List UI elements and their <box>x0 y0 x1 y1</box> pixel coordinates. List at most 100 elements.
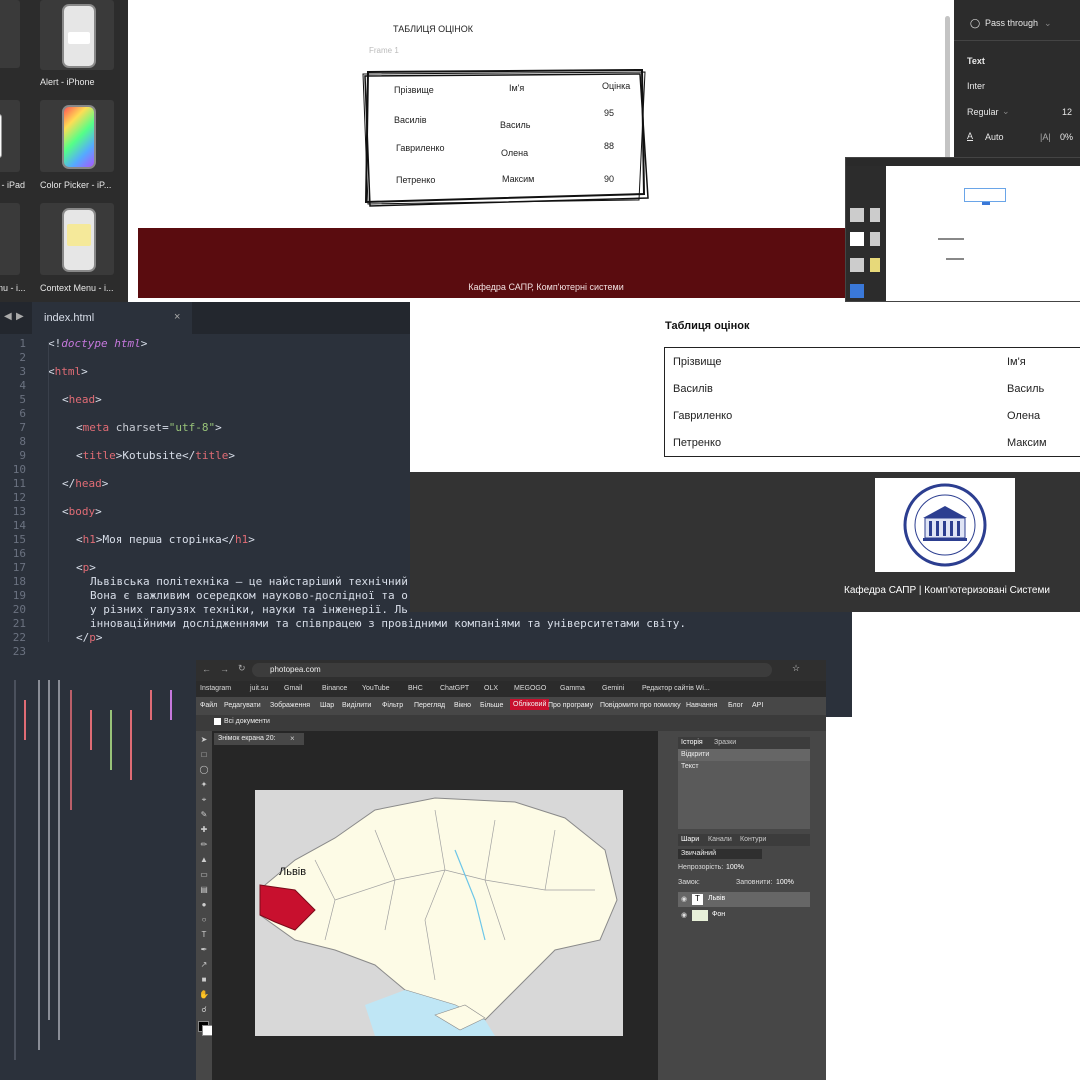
asset-thumb-context-menu[interactable] <box>40 203 114 275</box>
code-line[interactable]: Вона є важливим осередком науково-дослід… <box>90 589 408 602</box>
blend-mode-select[interactable]: Pass through <box>985 18 1038 28</box>
tab-paths[interactable]: Контури <box>740 836 766 843</box>
code-line[interactable]: інноваційними дослідженнями та співпраце… <box>90 617 686 630</box>
code-line[interactable]: <meta charset="utf-8"> <box>76 421 222 434</box>
menu-view[interactable]: Перегляд <box>414 702 445 709</box>
brush-tool-icon[interactable]: ✏ <box>199 840 209 850</box>
menu-select[interactable]: Виділити <box>342 702 371 709</box>
fill-input[interactable]: 100% <box>776 879 794 886</box>
blur-tool-icon[interactable]: ● <box>199 900 209 910</box>
move-tool-icon[interactable]: ➤ <box>199 735 209 745</box>
menu-blog[interactable]: Блог <box>728 702 743 709</box>
address-bar[interactable]: photopea.com <box>252 663 772 677</box>
canvas-scrollbar[interactable] <box>945 16 950 166</box>
hand-tool-icon[interactable]: ✋ <box>199 990 209 1000</box>
star-icon[interactable]: ☆ <box>792 663 800 674</box>
code-line[interactable]: <h1>Моя перша сторінка</h1> <box>76 533 255 546</box>
layer-row-background[interactable]: ◉ Фон <box>678 908 810 923</box>
bookmark-youtube[interactable]: YouTube <box>362 685 390 692</box>
bookmark-gamma[interactable]: Gamma <box>560 685 585 692</box>
marquee-tool-icon[interactable]: □ <box>199 750 209 760</box>
history-item[interactable]: Відкрити <box>678 749 810 761</box>
type-tool-icon[interactable]: T <box>199 930 209 940</box>
shape-tool-icon[interactable]: ■ <box>199 975 209 985</box>
menu-file[interactable]: Файл <box>200 702 217 709</box>
code-line[interactable]: <head> <box>62 393 102 406</box>
code-line[interactable]: <title>Kotubsite</title> <box>76 449 235 462</box>
code-line[interactable]: <!doctype html> <box>48 337 147 350</box>
line-height-input[interactable]: Auto <box>985 132 1004 142</box>
path-select-tool-icon[interactable]: ↗ <box>199 960 209 970</box>
layer-row-lviv[interactable]: ◉ T Львів <box>678 892 810 907</box>
footer-frame[interactable]: Кафедра САПР, Комп'ютерні системи <box>138 228 954 298</box>
eyedropper-tool-icon[interactable]: ✎ <box>199 810 209 820</box>
forward-icon[interactable]: → <box>220 664 229 674</box>
asset-thumb[interactable] <box>0 0 20 68</box>
tab-swatches[interactable]: Зразки <box>714 739 736 746</box>
close-icon[interactable]: × <box>290 734 295 743</box>
tab-layers[interactable]: Шари <box>681 836 699 843</box>
menu-report-bug[interactable]: Повідомити про помилку <box>600 702 681 709</box>
bookmark-wix-editor[interactable]: Редактор сайтів Wi... <box>642 685 710 692</box>
history-item[interactable]: Текст <box>678 761 810 773</box>
all-docs-checkbox[interactable] <box>214 718 221 725</box>
bookmark-bhc[interactable]: BHC <box>408 685 423 692</box>
wand-tool-icon[interactable]: ✦ <box>199 780 209 790</box>
bookmark-chatgpt[interactable]: ChatGPT <box>440 685 469 692</box>
menu-learn[interactable]: Навчання <box>686 702 717 709</box>
tab-index-html[interactable]: index.html × <box>32 302 192 334</box>
code-line[interactable]: </p> <box>76 631 103 644</box>
heal-tool-icon[interactable]: ✚ <box>199 825 209 835</box>
asset-thumb-color-picker[interactable] <box>40 100 114 172</box>
asset-thumb[interactable] <box>0 203 20 275</box>
tab-history[interactable]: Історія <box>681 739 703 746</box>
font-size-input[interactable]: 12 <box>1062 107 1072 117</box>
menu-window[interactable]: Вікно <box>454 702 471 709</box>
font-weight-select[interactable]: Regular <box>967 107 999 117</box>
document-tab[interactable]: Знімок екрана 20: × <box>214 733 304 745</box>
dodge-tool-icon[interactable]: ○ <box>199 915 209 925</box>
bookmark-gmail[interactable]: Gmail <box>284 685 302 692</box>
code-line[interactable]: у різних галузях техніки, науки та інжен… <box>90 603 408 616</box>
figma-canvas[interactable]: ТАБЛИЦЯ ОЦІНОК Frame 1 Прізвище Ім'я Оці… <box>128 0 954 302</box>
menu-account[interactable]: Обліковий <box>510 699 550 710</box>
nav-back-icon[interactable]: ◀ <box>4 311 12 322</box>
code-line[interactable]: <p> <box>76 561 96 574</box>
pen-tool-icon[interactable]: ✒ <box>199 945 209 955</box>
photopea-workspace[interactable]: Знімок екрана 20: × Львів <box>212 731 658 1080</box>
stamp-tool-icon[interactable]: ▲ <box>199 855 209 865</box>
zoom-tool-icon[interactable]: ☌ <box>199 1005 209 1015</box>
bookmark-gemini[interactable]: Gemini <box>602 685 624 692</box>
bookmark-olx[interactable]: OLX <box>484 685 498 692</box>
code-line[interactable]: <body> <box>62 505 102 518</box>
code-line[interactable]: </head> <box>62 477 108 490</box>
visibility-eye-icon[interactable]: ◉ <box>681 895 687 903</box>
menu-filter[interactable]: Фільтр <box>382 702 403 709</box>
reload-icon[interactable]: ↻ <box>238 663 246 674</box>
bookmark-binance[interactable]: Binance <box>322 685 347 692</box>
lasso-tool-icon[interactable]: ◯ <box>199 765 209 775</box>
map-canvas[interactable]: Львів <box>255 790 623 1036</box>
menu-layer[interactable]: Шар <box>320 702 334 709</box>
eraser-tool-icon[interactable]: ▭ <box>199 870 209 880</box>
bookmark-instagram[interactable]: Instagram <box>200 685 231 692</box>
opacity-input[interactable]: 100% <box>726 864 744 871</box>
code-line[interactable]: <html> <box>48 365 88 378</box>
menu-api[interactable]: API <box>752 702 763 709</box>
code-line[interactable]: Львівська політехніка — це найстаріший т… <box>90 575 408 588</box>
gradient-tool-icon[interactable]: ▤ <box>199 885 209 895</box>
nav-forward-icon[interactable]: ▶ <box>16 311 24 322</box>
crop-tool-icon[interactable]: ⌖ <box>199 795 209 805</box>
frame-label[interactable]: Frame 1 <box>369 46 399 55</box>
blend-mode-select[interactable]: Звичайний <box>678 849 762 859</box>
menu-about[interactable]: Про програму <box>548 702 593 709</box>
asset-thumb[interactable] <box>0 100 20 172</box>
menu-image[interactable]: Зображення <box>270 702 310 709</box>
bookmark-megogo[interactable]: MEGOGO <box>514 685 546 692</box>
close-icon[interactable]: × <box>174 311 180 323</box>
menu-more[interactable]: Більше <box>480 702 503 709</box>
letter-spacing-input[interactable]: 0% <box>1060 132 1073 142</box>
tab-channels[interactable]: Канали <box>708 836 732 843</box>
asset-thumb-alert-iphone[interactable] <box>40 0 114 70</box>
back-icon[interactable]: ← <box>202 664 211 674</box>
